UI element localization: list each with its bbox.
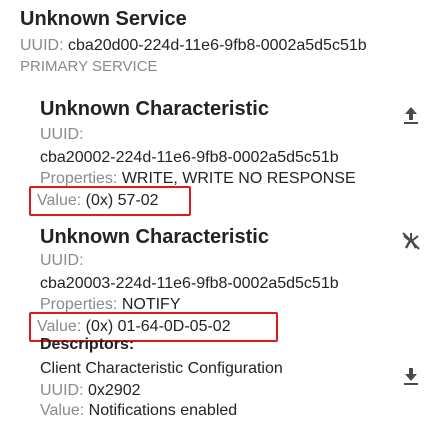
descriptors-header: Descriptors:	[40, 336, 135, 353]
download-arrow-icon[interactable]	[400, 364, 422, 386]
service-name: Unknown Service	[20, 8, 187, 30]
characteristic-2-properties: NOTIFY	[121, 296, 181, 313]
service-uuid-row: UUID: cba20d00-224d-11e6-9fb8-0002a5d5c5…	[20, 37, 367, 55]
characteristic-2-name[interactable]: Unknown Characteristic	[40, 226, 269, 249]
characteristic-1-properties-label: Properties:	[40, 170, 118, 187]
descriptor-value-row: Value: Notifications enabled	[40, 402, 237, 420]
characteristic-2-uuid: cba20003-224d-11e6-9fb8-0002a5d5c51b	[40, 275, 339, 292]
descriptor-value: Notifications enabled	[88, 402, 238, 419]
upload-arrow-icon[interactable]	[400, 104, 422, 126]
characteristic-2-uuid-label: UUID:	[40, 252, 84, 269]
characteristic-1-name[interactable]: Unknown Characteristic	[40, 98, 269, 121]
characteristic-1-uuid: cba20002-224d-11e6-9fb8-0002a5d5c51b	[40, 149, 339, 166]
service-uuid-value: cba20d00-224d-11e6-9fb8-0002a5d5c51b	[68, 37, 367, 54]
highlight-box-value-1	[29, 186, 191, 216]
service-type: PRIMARY SERVICE	[20, 58, 158, 75]
characteristic-1-properties: WRITE, WRITE NO RESPONSE	[121, 170, 356, 187]
notifications-off-icon[interactable]	[400, 230, 422, 252]
descriptor-uuid-row: UUID: 0x2902	[40, 382, 141, 400]
descriptor-name[interactable]: Client Characteristic Configuration	[40, 360, 283, 378]
descriptor-uuid: 0x2902	[88, 382, 141, 399]
service-uuid-label: UUID:	[20, 37, 64, 54]
characteristic-2-properties-label: Properties:	[40, 296, 118, 313]
descriptor-value-label: Value:	[40, 402, 85, 419]
descriptor-uuid-label: UUID:	[40, 382, 84, 399]
characteristic-1-uuid-label: UUID:	[40, 126, 84, 143]
